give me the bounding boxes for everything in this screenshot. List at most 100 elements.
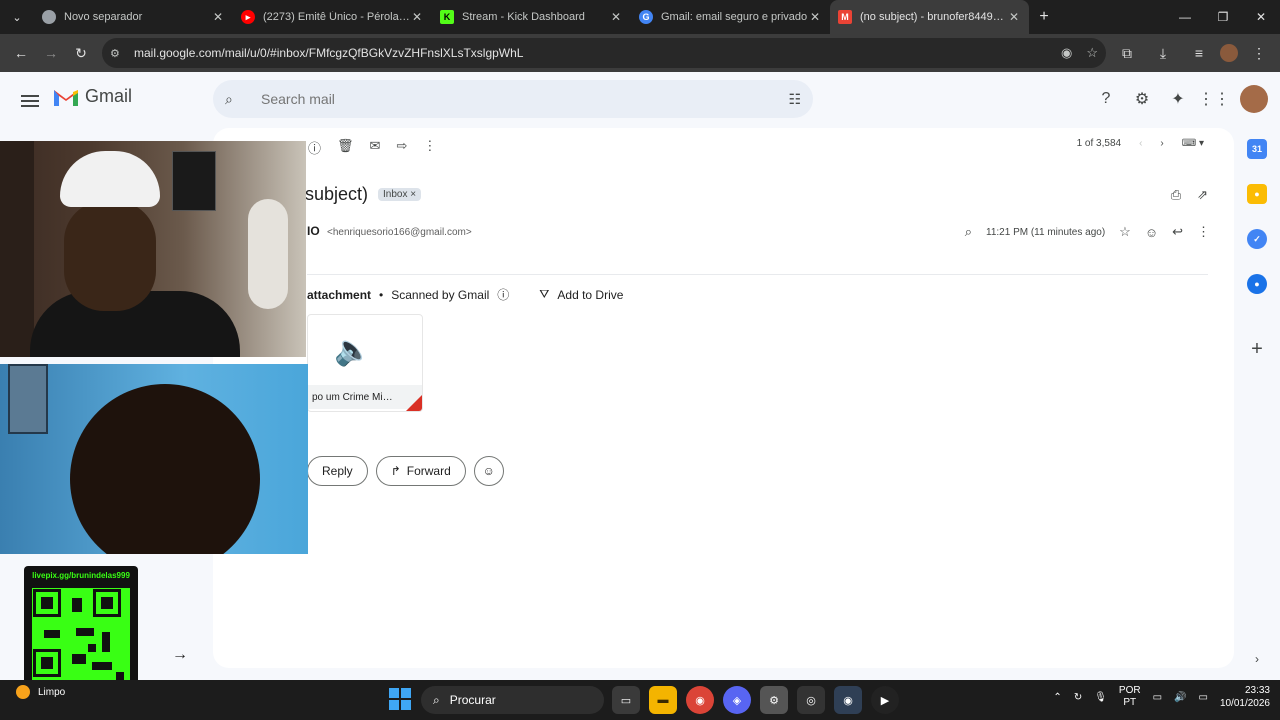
window — [8, 364, 48, 434]
language-indicator[interactable]: POR PT — [1119, 685, 1141, 709]
battery-icon[interactable]: ▭ — [1198, 692, 1207, 703]
chrome-active-icon[interactable]: ◉ — [834, 686, 862, 714]
keyboard-icon[interactable]: ⌨ ▾ — [1182, 138, 1204, 149]
search-input[interactable] — [261, 91, 789, 107]
back-icon[interactable]: ← — [6, 38, 36, 68]
tab-search-icon[interactable]: ⌄ — [0, 0, 34, 34]
forward-button[interactable]: ↱ Forward — [375, 456, 466, 486]
emoji-reaction-button[interactable]: ☺ — [473, 456, 504, 486]
contacts-icon[interactable]: ● — [1247, 274, 1267, 294]
task-view-icon[interactable]: ▭ — [612, 686, 640, 714]
help-icon[interactable]: ? — [1088, 80, 1124, 118]
new-tab-button[interactable]: + — [1029, 8, 1059, 26]
reply-icon[interactable]: ↩ — [1172, 224, 1183, 240]
print-icon[interactable]: ⎙ — [1171, 187, 1181, 203]
clock[interactable]: 23:33 10/01/2026 — [1220, 684, 1270, 710]
reload-icon[interactable]: ↻ — [66, 38, 96, 68]
calendar-icon[interactable]: 31 — [1247, 139, 1267, 159]
site-info-icon[interactable]: ⚙ — [110, 47, 126, 60]
taskbar-apps: ▭ ▬ ◉ ◈ ⚙ ◎ ◉ ▶ — [612, 686, 899, 714]
open-new-window-icon[interactable]: ⇗ — [1197, 187, 1208, 203]
apps-grid-icon[interactable]: ⋮⋮ — [1196, 80, 1232, 118]
more-vert-icon[interactable]: ⋮ — [1197, 224, 1210, 240]
media-icon[interactable]: ≡ — [1184, 38, 1214, 68]
settings-gear-icon[interactable]: ⚙ — [1124, 80, 1160, 118]
more-options-icon[interactable]: ⋮ — [423, 138, 436, 157]
gmail-header: Gmail ⌕ ☷ ? ⚙ ✦ ⋮⋮ — [0, 72, 1280, 128]
minimize-icon[interactable]: — — [1166, 0, 1204, 34]
attachment-header: attachment • Scanned by Gmail ⓘ ⛛ Add to… — [307, 286, 623, 303]
main-menu-icon[interactable] — [18, 89, 42, 113]
kick-icon: K — [440, 10, 454, 24]
settings-app-icon[interactable]: ⚙ — [760, 686, 788, 714]
microphone-icon[interactable]: 🎙 — [1094, 692, 1107, 703]
move-to-icon[interactable]: ⇨ — [396, 138, 407, 157]
sync-icon[interactable]: ↻ — [1074, 692, 1082, 703]
discord-icon[interactable]: ◈ — [723, 686, 751, 714]
delete-icon[interactable]: 🗑 — [337, 138, 354, 157]
emoji-react-icon[interactable]: ☺ — [1145, 225, 1158, 240]
add-to-drive-button[interactable]: Add to Drive — [557, 288, 623, 302]
browser-tab[interactable]: G Gmail: email seguro e privado ✕ — [631, 0, 830, 34]
maximize-icon[interactable]: ❐ — [1204, 0, 1242, 34]
star-icon[interactable]: ☆ — [1119, 224, 1131, 240]
smiley-icon: ☺ — [482, 464, 495, 478]
media-player-icon[interactable]: ▶ — [871, 686, 899, 714]
gmail-logo[interactable]: Gmail — [53, 86, 132, 107]
close-icon[interactable]: ✕ — [410, 10, 424, 24]
browser-tab-active[interactable]: M (no subject) - brunofer8449@g… ✕ — [830, 0, 1029, 34]
close-icon[interactable]: ✕ — [808, 10, 822, 24]
inbox-label-chip[interactable]: Inbox × — [378, 188, 422, 201]
file-explorer-icon[interactable]: ▬ — [649, 686, 677, 714]
arrow-right-icon[interactable]: → — [172, 646, 188, 664]
download-icon[interactable]: ⤓ — [1148, 38, 1178, 68]
menu-icon[interactable]: ⋮ — [1244, 38, 1274, 68]
search-icon[interactable]: ⌕ — [225, 91, 247, 108]
audio-speaker-icon: 🔈 — [334, 334, 372, 367]
account-avatar[interactable] — [1240, 85, 1268, 113]
newer-icon[interactable]: ‹ — [1139, 138, 1142, 149]
profile-avatar[interactable] — [1220, 44, 1238, 62]
add-addon-icon[interactable]: + — [1251, 338, 1263, 361]
search-icon: ⌕ — [433, 692, 440, 707]
forward-icon[interactable]: → — [36, 38, 66, 68]
weather-widget[interactable]: Limpo — [16, 685, 65, 699]
address-bar[interactable]: ⚙ mail.google.com/mail/u/0/#inbox/FMfcgz… — [102, 38, 1106, 68]
search-options-icon[interactable]: ☷ — [788, 91, 801, 108]
reply-button[interactable]: Reply — [307, 456, 368, 486]
show-side-panel-icon[interactable]: › — [1255, 652, 1259, 666]
eye-icon[interactable]: ◉ — [1061, 45, 1072, 61]
keep-icon[interactable]: ● — [1247, 184, 1267, 204]
info-icon[interactable]: ⓘ — [497, 286, 509, 303]
network-icon[interactable]: ▭ — [1153, 692, 1162, 703]
add-to-drive-icon[interactable]: ⛛ — [539, 287, 549, 302]
obs-icon[interactable]: ◎ — [797, 686, 825, 714]
older-icon[interactable]: › — [1160, 138, 1163, 149]
bookmark-star-icon[interactable]: ☆ — [1086, 45, 1098, 61]
close-icon[interactable]: ✕ — [211, 10, 225, 24]
gemini-sparkle-icon[interactable]: ✦ — [1160, 80, 1196, 118]
browser-tab[interactable]: Novo separador ✕ — [34, 0, 233, 34]
browser-tab[interactable]: ▸ (2273) Emitê Único - Pérolas (O… ✕ — [233, 0, 432, 34]
tray-chevron-icon[interactable]: ⌃ — [1053, 692, 1061, 703]
hanging-coat — [248, 199, 288, 309]
close-icon[interactable]: ✕ — [1007, 10, 1021, 24]
url-text[interactable]: mail.google.com/mail/u/0/#inbox/FMfcgzQf… — [134, 46, 1061, 60]
taskbar-search[interactable]: ⌕ Procurar — [421, 686, 604, 714]
report-spam-icon[interactable]: ⓘ — [308, 138, 321, 157]
gmail-m-icon — [54, 89, 78, 106]
volume-icon[interactable]: 🔊 — [1174, 692, 1186, 703]
mark-unread-icon[interactable]: ✉ — [370, 138, 381, 157]
attachment-card[interactable]: 🔈 po um Crime Mi… — [307, 314, 423, 412]
start-button[interactable] — [389, 688, 411, 710]
close-icon[interactable]: ✕ — [609, 10, 623, 24]
message-meta: ⌕ 11:21 PM (11 minutes ago) ☆ ☺ ↩ ⋮ — [965, 224, 1210, 240]
tasks-icon[interactable]: ✓ — [1247, 229, 1267, 249]
search-bar[interactable]: ⌕ ☷ — [213, 80, 813, 118]
sender-name[interactable]: IO — [307, 224, 320, 238]
extensions-icon[interactable]: ⧉ — [1112, 38, 1142, 68]
chrome-app-icon[interactable]: ◉ — [686, 686, 714, 714]
webcam-second — [0, 364, 308, 554]
close-window-icon[interactable]: ✕ — [1242, 0, 1280, 34]
browser-tab[interactable]: K Stream - Kick Dashboard ✕ — [432, 0, 631, 34]
